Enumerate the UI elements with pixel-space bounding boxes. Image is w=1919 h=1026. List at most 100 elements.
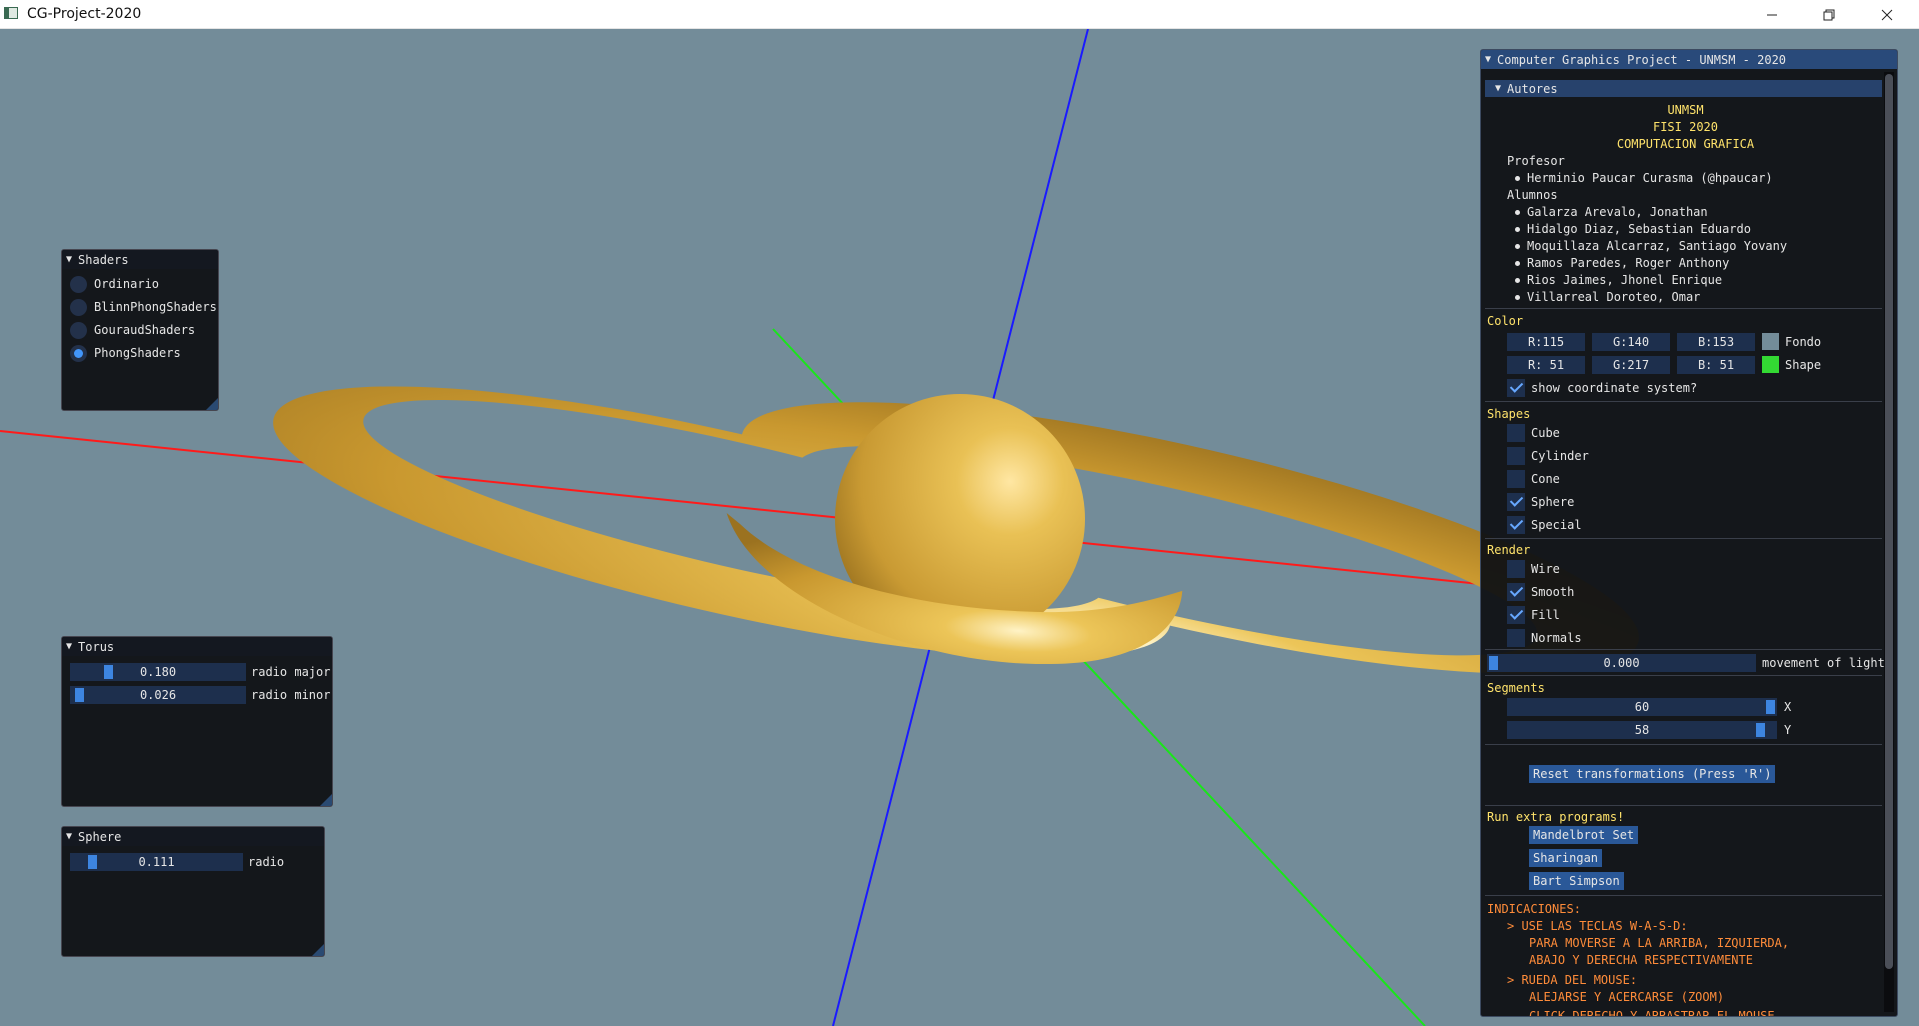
alumno-item: Galarza Arevalo, Jonathan — [1515, 205, 1708, 219]
bullet-icon — [1515, 278, 1520, 283]
alumno-item: Moquillaza Alcarraz, Santiago Yovany — [1515, 239, 1787, 253]
separator — [1485, 649, 1882, 650]
shape-r-field[interactable]: R: 51 — [1507, 356, 1585, 374]
radio-icon[interactable] — [70, 321, 87, 339]
slider-value: 0.000 — [1603, 656, 1640, 670]
shaders-panel-title: Shaders — [78, 252, 129, 267]
indicacion-line: CLICK DERECHO Y ARRASTRAR EL MOUSE — [1529, 1009, 1775, 1017]
sphere-checkbox[interactable] — [1507, 493, 1525, 511]
shaders-panel-header[interactable]: ▼ Shaders — [62, 250, 218, 269]
torus-panel[interactable]: ▼ Torus 0.180 radio major 0.026 radio min… — [61, 636, 333, 807]
segments-y-slider[interactable]: 58 — [1507, 721, 1777, 739]
radio-ordinario[interactable]: Ordinario — [70, 275, 159, 293]
alumno-item: Rios Jaimes, Jhonel Enrique — [1515, 273, 1722, 287]
cube-checkbox[interactable] — [1507, 424, 1525, 442]
radio-icon[interactable] — [70, 298, 87, 316]
minimize-button[interactable] — [1749, 0, 1795, 29]
main-control-panel[interactable]: ▼ Computer Graphics Project - UNMSM - 202… — [1480, 49, 1898, 1017]
special-checkbox[interactable] — [1507, 516, 1525, 534]
radio-major-slider[interactable]: 0.180 — [70, 663, 246, 681]
radio-icon[interactable] — [70, 275, 87, 293]
light-movement-slider[interactable]: 0.000 — [1487, 654, 1756, 672]
scrollbar-thumb[interactable] — [1885, 74, 1893, 969]
indicaciones-header: INDICACIONES: — [1487, 902, 1581, 916]
alumno-item: Villarreal Doroteo, Omar — [1515, 290, 1700, 304]
slider-value: 0.026 — [139, 688, 177, 702]
panel-scrollbar[interactable] — [1884, 72, 1894, 1012]
saturn-model — [273, 386, 1639, 674]
cone-checkbox[interactable] — [1507, 470, 1525, 488]
normals-checkbox[interactable] — [1507, 629, 1525, 647]
indicacion-line: PARA MOVERSE A LA ARRIBA, IZQUIERDA, — [1529, 936, 1790, 950]
window-title: CG-Project-2020 — [27, 6, 142, 22]
render-section-header: Render — [1487, 543, 1531, 557]
collapse-triangle-icon[interactable]: ▼ — [1485, 54, 1491, 65]
radio-selected-icon[interactable] — [70, 344, 87, 362]
profesor-item: Herminio Paucar Curasma (@hpaucar) — [1515, 171, 1773, 185]
collapse-triangle-icon[interactable]: ▼ — [66, 831, 72, 842]
separator — [1485, 538, 1882, 539]
radio-label: BlinnPhongShaders — [94, 300, 217, 314]
sphere-panel-header[interactable]: ▼ Sphere — [62, 827, 324, 846]
fill-checkbox[interactable] — [1507, 606, 1525, 624]
close-icon — [1881, 9, 1893, 20]
radio-phong[interactable]: PhongShaders — [70, 344, 181, 362]
fondo-color-swatch[interactable] — [1762, 333, 1779, 350]
reset-transformations-button[interactable]: Reset transformations (Press 'R') — [1529, 765, 1776, 783]
slider-value: 0.111 — [138, 855, 175, 869]
restore-icon — [1823, 9, 1835, 20]
resize-grip-icon[interactable] — [312, 944, 324, 956]
alumno-item: Hidalgo Diaz, Sebastian Eduardo — [1515, 222, 1751, 236]
show-coordinate-checkbox[interactable] — [1507, 379, 1525, 397]
torus-panel-header[interactable]: ▼ Torus — [62, 637, 332, 656]
sharingan-button[interactable]: Sharingan — [1529, 849, 1603, 867]
collapse-triangle-icon[interactable]: ▼ — [66, 254, 72, 265]
fill-label: Fill — [1531, 608, 1560, 622]
slider-value: 0.180 — [139, 665, 177, 679]
close-button[interactable] — [1864, 0, 1910, 29]
radio-label: GouraudShaders — [94, 323, 196, 337]
fondo-r-field[interactable]: R:115 — [1507, 333, 1585, 351]
slider-label: radio minor — [251, 688, 331, 702]
sphere-radio-slider[interactable]: 0.111 — [70, 853, 243, 871]
app-icon — [4, 7, 18, 19]
alumno-item: Ramos Paredes, Roger Anthony — [1515, 256, 1729, 270]
smooth-checkbox[interactable] — [1507, 583, 1525, 601]
main-panel-header[interactable]: ▼ Computer Graphics Project - UNMSM - 202… — [1481, 50, 1897, 69]
radio-blinnphong[interactable]: BlinnPhongShaders — [70, 298, 217, 316]
collapse-triangle-icon[interactable]: ▼ — [66, 641, 72, 652]
segments-section-header: Segments — [1487, 681, 1545, 695]
collapse-triangle-icon[interactable]: ▼ — [1495, 83, 1501, 94]
fondo-b-field[interactable]: B:153 — [1677, 333, 1755, 351]
bart-simpson-button[interactable]: Bart Simpson — [1529, 872, 1624, 890]
radio-minor-slider[interactable]: 0.026 — [70, 686, 246, 704]
cylinder-checkbox[interactable] — [1507, 447, 1525, 465]
shape-color-swatch[interactable] — [1762, 356, 1779, 373]
separator — [1485, 401, 1882, 402]
separator — [1485, 744, 1882, 745]
radio-label: PhongShaders — [94, 346, 181, 360]
cube-label: Cube — [1531, 426, 1560, 440]
indicacion-line: > USE LAS TECLAS W-A-S-D: — [1507, 919, 1688, 933]
separator — [1485, 895, 1882, 896]
segments-x-slider[interactable]: 60 — [1507, 698, 1777, 716]
slider-value: 58 — [1634, 723, 1650, 737]
resize-grip-icon[interactable] — [206, 398, 218, 410]
faculty-text: FISI 2020 — [1652, 120, 1719, 134]
normals-label: Normals — [1531, 631, 1582, 645]
shape-b-field[interactable]: B: 51 — [1677, 356, 1755, 374]
restore-button[interactable] — [1806, 0, 1852, 29]
cone-label: Cone — [1531, 472, 1560, 486]
alumnos-label: Alumnos — [1507, 188, 1558, 202]
resize-grip-icon[interactable] — [320, 794, 332, 806]
autores-title: Autores — [1507, 81, 1558, 96]
fondo-g-field[interactable]: G:140 — [1592, 333, 1670, 351]
wire-checkbox[interactable] — [1507, 560, 1525, 578]
autores-header[interactable]: ▼ Autores — [1485, 80, 1882, 97]
radio-gouraud[interactable]: GouraudShaders — [70, 321, 195, 339]
mandelbrot-button[interactable]: Mandelbrot Set — [1529, 826, 1639, 844]
sphere-panel[interactable]: ▼ Sphere 0.111 radio — [61, 826, 325, 957]
shaders-panel[interactable]: ▼ Shaders Ordinario BlinnPhongShaders Gou… — [61, 249, 219, 411]
shape-g-field[interactable]: G:217 — [1592, 356, 1670, 374]
course-text: COMPUTACION GRAFICA — [1616, 137, 1755, 151]
